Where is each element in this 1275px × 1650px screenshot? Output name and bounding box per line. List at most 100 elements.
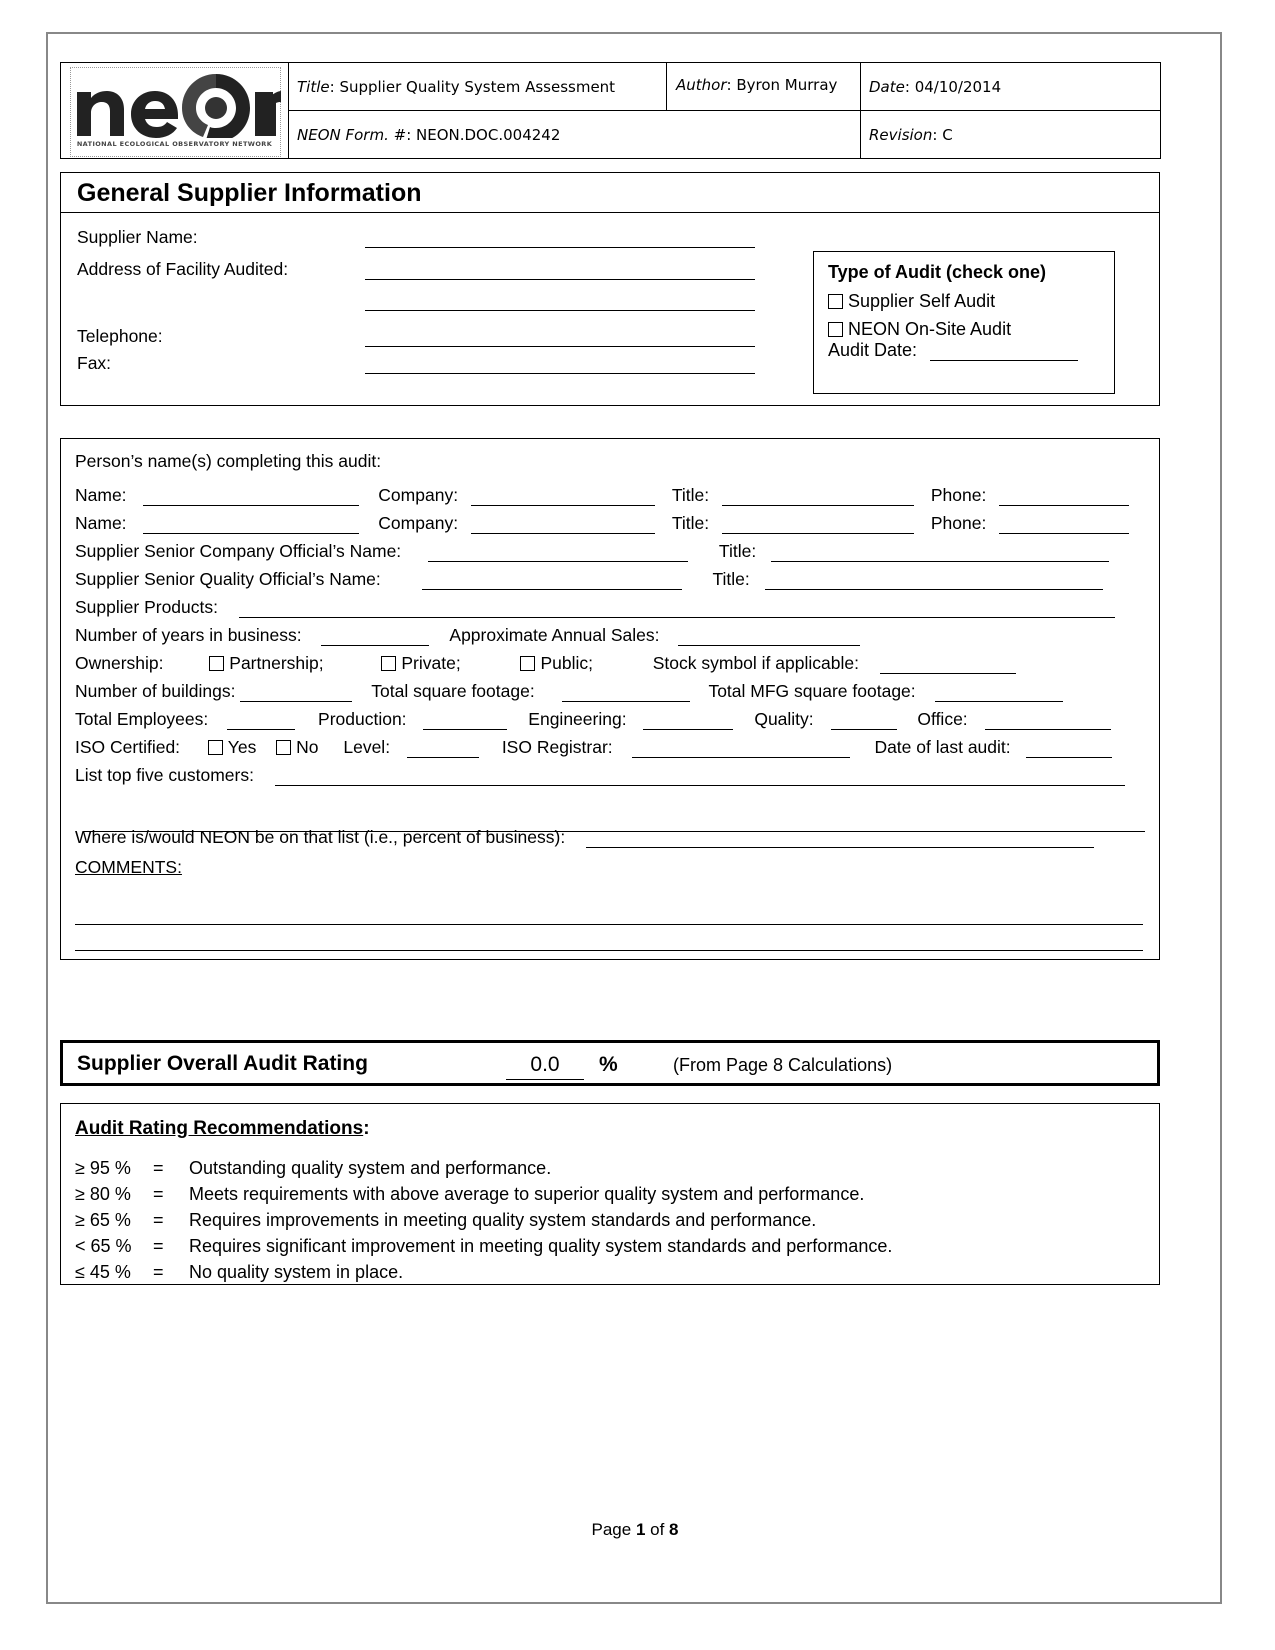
general-supplier-information-section: General Supplier Information Supplier Na…	[60, 172, 1160, 406]
production-input[interactable]	[423, 712, 508, 730]
recommendations-heading-text: Audit Rating Recommendations	[75, 1118, 364, 1139]
date-value: 04/10/2014	[914, 77, 1002, 96]
total-employees-input[interactable]	[227, 712, 296, 730]
senior-company-official-title-input[interactable]	[771, 544, 1110, 562]
supplier-name-input[interactable]	[365, 230, 755, 248]
senior-quality-official-title-label: Title:	[712, 569, 750, 589]
ownership-public-checkbox[interactable]	[520, 656, 536, 671]
date-last-audit-label: Date of last audit:	[874, 737, 1011, 757]
iso-registrar-label: ISO Registrar:	[501, 737, 613, 757]
company-label-1: Company:	[378, 485, 459, 505]
company-input-2[interactable]	[470, 516, 655, 534]
page-footer: Page 1 of 8	[54, 1520, 1216, 1540]
name-input-1[interactable]	[143, 488, 360, 506]
phone-input-2[interactable]	[999, 516, 1130, 534]
supplier-self-audit-option[interactable]: Supplier Self Audit	[814, 283, 1114, 312]
ownership-private-checkbox[interactable]	[381, 656, 397, 671]
recommendations-heading: Audit Rating Recommendations:	[75, 1118, 370, 1140]
neon-on-list-input[interactable]	[586, 830, 1095, 848]
document-header-table: NATIONAL ECOLOGICAL OBSERVATORY NETWORK …	[60, 62, 1161, 159]
supplier-products-input[interactable]	[238, 600, 1115, 618]
stock-symbol-input[interactable]	[879, 656, 1016, 674]
header-spacer	[667, 64, 675, 108]
address-input-line-1[interactable]	[365, 262, 755, 280]
senior-company-official-input[interactable]	[428, 544, 689, 562]
total-sq-ft-input[interactable]	[561, 684, 690, 702]
production-label: Production:	[318, 709, 407, 729]
total-employees-label: Total Employees:	[75, 709, 209, 729]
num-buildings-input[interactable]	[240, 684, 353, 702]
comments-input-2[interactable]	[75, 933, 1143, 951]
iso-row: ISO Certified: Yes No Level: ISO Registr…	[75, 737, 1112, 758]
phone-input-1[interactable]	[999, 488, 1130, 506]
phone-label-2: Phone:	[930, 513, 987, 533]
overall-rating-value[interactable]: 0.0	[506, 1053, 584, 1080]
comments-input-1[interactable]	[75, 907, 1143, 925]
office-input[interactable]	[984, 712, 1111, 730]
neon-onsite-audit-option[interactable]: NEON On-Site Audit	[814, 312, 1114, 340]
revision-value: C	[942, 125, 953, 144]
header-form-cell: NEON Form. #: NEON.DOC.004242	[288, 110, 861, 159]
senior-company-official-title-label: Title:	[718, 541, 757, 561]
years-and-sales-row: Number of years in business: Approximate…	[75, 625, 861, 646]
title-input-2[interactable]	[721, 516, 914, 534]
top-customers-row: List top five customers:	[75, 765, 1125, 786]
title-value: Supplier Quality System Assessment	[339, 77, 616, 96]
engineering-input[interactable]	[643, 712, 734, 730]
supplier-self-audit-checkbox[interactable]	[828, 294, 843, 309]
address-input-line-2[interactable]	[365, 293, 755, 311]
company-input-1[interactable]	[470, 488, 655, 506]
overall-rating-percent-symbol: %	[599, 1053, 618, 1076]
supplier-name-label: Supplier Name:	[77, 227, 198, 247]
date-last-audit-input[interactable]	[1025, 740, 1112, 758]
senior-quality-official-title-input[interactable]	[764, 572, 1103, 590]
fax-row: Fax:	[77, 353, 111, 374]
recommendation-threshold-3: ≥ 65 %	[75, 1210, 131, 1230]
recommendation-text-4: Requires significant improvement in meet…	[189, 1236, 893, 1256]
recommendation-text-5: No quality system in place.	[189, 1262, 404, 1282]
senior-quality-official-label: Supplier Senior Quality Official’s Name:	[75, 569, 381, 589]
general-section-title: General Supplier Information	[61, 173, 1159, 213]
auditor-row-2: Name: Company: Title: Phone:	[75, 513, 1130, 534]
ownership-partnership-checkbox[interactable]	[209, 656, 225, 671]
fax-label: Fax:	[77, 353, 112, 373]
audit-date-label: Audit Date:	[828, 340, 918, 360]
quality-input[interactable]	[830, 712, 897, 730]
neon-onsite-audit-checkbox[interactable]	[828, 322, 843, 337]
recommendation-equals-3: =	[153, 1210, 164, 1230]
iso-yes-checkbox[interactable]	[207, 740, 223, 755]
recommendation-item-3: ≥ 65 % = Requires improvements in meeting …	[75, 1210, 816, 1231]
senior-quality-official-row: Supplier Senior Quality Official’s Name:…	[75, 569, 1103, 590]
iso-level-label: Level:	[343, 737, 391, 757]
form-number-value: NEON.DOC.004242	[416, 125, 561, 144]
neon-on-list-row: Where is/would NEON be on that list (i.e…	[75, 827, 1095, 848]
phone-label-1: Phone:	[930, 485, 987, 505]
recommendations-heading-colon: :	[363, 1118, 370, 1139]
ownership-private-label: Private;	[401, 653, 461, 673]
fax-input[interactable]	[365, 356, 755, 374]
recommendation-threshold-5: ≤ 45 %	[75, 1262, 131, 1282]
recommendation-equals-5: =	[153, 1262, 164, 1282]
footer-page-number: 1	[635, 1520, 646, 1539]
author-label: Author	[676, 76, 727, 94]
audit-rating-recommendations-section: Audit Rating Recommendations: ≥ 95 % = Out…	[60, 1103, 1160, 1285]
iso-registrar-input[interactable]	[631, 740, 850, 758]
name-input-2[interactable]	[143, 516, 360, 534]
senior-quality-official-input[interactable]	[421, 572, 682, 590]
iso-no-checkbox[interactable]	[276, 740, 292, 755]
recommendation-item-2: ≥ 80 % = Meets requirements with above ave…	[75, 1184, 864, 1205]
total-sq-ft-label: Total square footage:	[371, 681, 535, 701]
iso-level-input[interactable]	[406, 740, 479, 758]
neon-onsite-audit-label: NEON On-Site Audit	[848, 319, 1012, 339]
audit-date-input[interactable]	[930, 343, 1079, 361]
ownership-label: Ownership:	[75, 653, 164, 673]
annual-sales-input[interactable]	[678, 628, 861, 646]
title-input-1[interactable]	[721, 488, 914, 506]
senior-company-official-label: Supplier Senior Company Official’s Name:	[75, 541, 402, 561]
telephone-input[interactable]	[365, 329, 755, 347]
audit-date-row: Audit Date:	[814, 340, 1114, 361]
title-label: Title	[297, 77, 330, 96]
years-in-business-input[interactable]	[320, 628, 429, 646]
total-mfg-sq-ft-input[interactable]	[934, 684, 1063, 702]
top-five-customers-input-1[interactable]	[274, 768, 1125, 786]
